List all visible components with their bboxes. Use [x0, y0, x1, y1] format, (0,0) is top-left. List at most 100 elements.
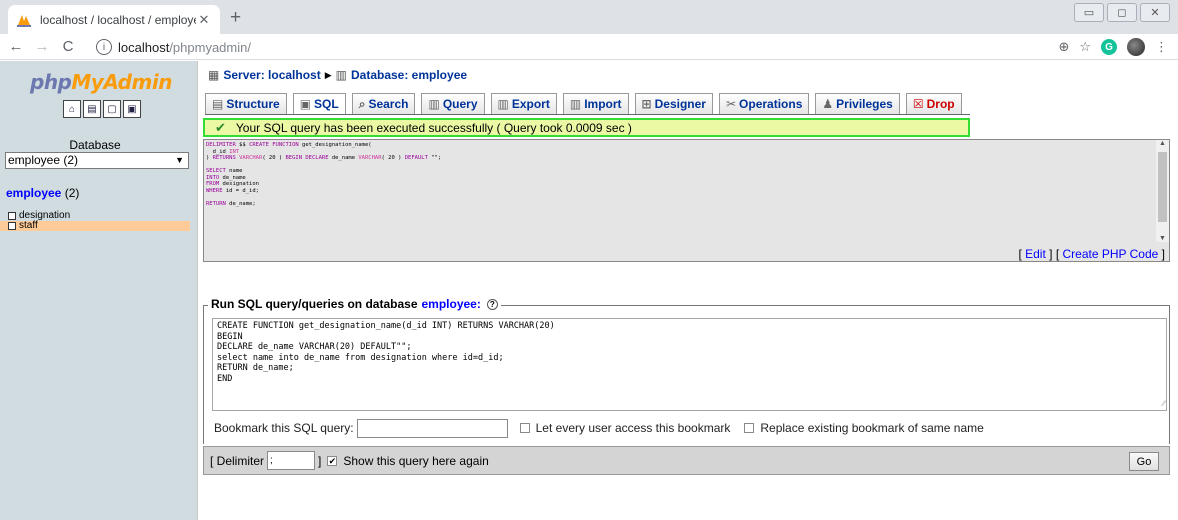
breadcrumb-server[interactable]: Server: localhost: [223, 68, 320, 82]
bookmark-input[interactable]: [356, 418, 508, 438]
browser-toolbar: ← → C i localhost/phpmyadmin/ ⊕ ☆ G ⋮: [0, 34, 1178, 60]
close-window-button[interactable]: ✕: [1140, 3, 1170, 22]
tab-drop[interactable]: ☒ Drop: [905, 93, 962, 114]
query-scrollbar[interactable]: ▲ ▼: [1156, 140, 1169, 242]
star-icon[interactable]: ☆: [1079, 39, 1091, 55]
tab-operations[interactable]: ✂ Operations: [718, 93, 810, 114]
tab-close-icon[interactable]: ✕: [196, 12, 212, 28]
run-sql-database[interactable]: employee:: [422, 297, 481, 311]
navigation-frame: phpMyAdmin ⌂ ▤ ▢ ▣ Database employee (2)…: [0, 61, 198, 520]
tab-import[interactable]: ▥ Import: [562, 93, 629, 114]
tab-sql[interactable]: ▣ SQL: [292, 93, 346, 114]
browser-tab-strip: localhost / localhost / employee ✕ + ▭ ◻…: [0, 0, 1178, 34]
quick-links: ⌂ ▤ ▢ ▣: [63, 100, 141, 118]
browser-tab-title: localhost / localhost / employee: [40, 12, 196, 27]
tab-privileges[interactable]: ♟ Privileges: [815, 93, 900, 114]
minimize-button[interactable]: ▭: [1074, 3, 1104, 22]
query-links: [ Edit ] [ Create PHP Code ]: [1018, 247, 1165, 261]
go-button[interactable]: Go: [1129, 452, 1159, 471]
tab-search[interactable]: ⌕ Search: [351, 93, 416, 114]
tab-structure[interactable]: ▤ Structure: [205, 93, 287, 114]
docs-icon[interactable]: ▢: [103, 100, 121, 118]
server-icon: ▦: [208, 68, 220, 82]
chevron-down-icon: ▼: [175, 155, 184, 165]
database-select-value: employee (2): [8, 153, 79, 167]
executed-query-code: DELIMITER $$ CREATE FUNCTION get_designa…: [206, 142, 442, 207]
address-bar[interactable]: i localhost/phpmyadmin/: [96, 37, 1096, 57]
search-icon: ⌕: [358, 96, 366, 111]
success-message: ✔ Your SQL query has been executed succe…: [203, 118, 970, 137]
breadcrumb: ▦ Server: localhost ▶ ▥ Database: employ…: [208, 68, 467, 82]
structure-icon: ▤: [212, 97, 224, 111]
back-icon[interactable]: ←: [6, 38, 26, 55]
database-select[interactable]: employee (2) ▼: [5, 152, 189, 169]
breadcrumb-database[interactable]: Database: employee: [351, 68, 467, 82]
zoom-icon[interactable]: ⊕: [1058, 39, 1069, 55]
database-label: Database: [69, 138, 121, 152]
import-icon: ▥: [569, 97, 582, 111]
replace-bookmark-checkbox[interactable]: [744, 423, 755, 433]
scroll-up-icon[interactable]: ▲: [1156, 140, 1169, 147]
table-icon: [8, 222, 16, 230]
phpmyadmin-favicon-icon: [16, 12, 32, 28]
share-bookmark-label: Let every user access this bookmark: [535, 421, 731, 435]
table-icon: [8, 212, 16, 220]
share-bookmark-checkbox[interactable]: [519, 423, 530, 433]
privileges-icon: ♟: [822, 97, 834, 111]
table-item-staff[interactable]: staff: [0, 221, 190, 231]
replace-bookmark-group: Replace existing bookmark of same name: [744, 421, 984, 435]
operations-icon: ✂: [725, 97, 737, 111]
designer-icon: ⊞: [641, 97, 652, 111]
tab-export[interactable]: ▥ Export: [490, 93, 557, 114]
phpmyadmin-logo[interactable]: phpMyAdmin: [30, 70, 172, 94]
resize-grip-icon[interactable]: ⁄⁄: [1162, 399, 1165, 410]
bookmark-label: Bookmark this SQL query:: [214, 421, 354, 435]
scroll-down-icon[interactable]: ▼: [1156, 235, 1169, 242]
forward-icon[interactable]: →: [32, 38, 52, 55]
sql-icon: ▣: [299, 97, 312, 111]
home-icon[interactable]: ⌂: [63, 100, 81, 118]
browser-right-icons: ⊕ ☆ G ⋮: [1058, 38, 1168, 56]
table-list: designation staff: [0, 211, 190, 231]
edit-link[interactable]: Edit: [1025, 247, 1046, 261]
success-text: Your SQL query has been executed success…: [235, 120, 632, 135]
executed-query-box: DELIMITER $$ CREATE FUNCTION get_designa…: [203, 139, 1170, 262]
profile-avatar[interactable]: [1127, 38, 1145, 56]
maximize-button[interactable]: ◻: [1107, 3, 1137, 22]
tab-divider: [205, 114, 970, 115]
reload-icon[interactable]: C: [58, 38, 78, 55]
query-options-footer: [ Delimiter ; ] ✔ Show this query here a…: [203, 446, 1170, 475]
query-icon: ▥: [428, 97, 440, 111]
main-tabs: ▤ Structure ▣ SQL ⌕ Search ▥ Query ▥ Export ▥…: [205, 93, 962, 115]
show-query-again-checkbox[interactable]: ✔: [327, 455, 338, 466]
info-icon[interactable]: i: [96, 39, 112, 55]
share-bookmark-group: Let every user access this bookmark: [519, 421, 731, 435]
menu-dots-icon[interactable]: ⋮: [1155, 39, 1168, 55]
tab-query[interactable]: ▥ Query: [421, 93, 485, 114]
url-path: /phpmyadmin/: [169, 39, 251, 55]
run-sql-legend: Run SQL query/queries on database employe…: [208, 297, 501, 311]
tab-designer[interactable]: ⊞ Designer: [634, 93, 713, 114]
create-php-code-link[interactable]: Create PHP Code: [1062, 247, 1158, 261]
drop-icon: ☒: [912, 97, 924, 111]
window-controls: ▭ ◻ ✕: [1074, 3, 1170, 22]
grammarly-extension-icon[interactable]: G: [1101, 39, 1117, 55]
scrollbar-thumb[interactable]: [1158, 152, 1167, 222]
breadcrumb-arrow-icon: ▶: [324, 69, 332, 80]
replace-bookmark-label: Replace existing bookmark of same name: [760, 421, 984, 435]
browser-tab[interactable]: localhost / localhost / employee ✕: [8, 5, 220, 34]
show-query-again-label: Show this query here again: [343, 453, 489, 468]
help-icon[interactable]: ?: [486, 298, 498, 310]
database-link[interactable]: employee (2): [6, 186, 79, 200]
delimiter-label: [ Delimiter: [210, 453, 265, 468]
database-icon: ▥: [335, 68, 347, 82]
delimiter-input[interactable]: ;: [267, 451, 316, 470]
url-host: localhost: [118, 39, 170, 55]
checkmark-icon: ✔: [215, 119, 226, 135]
new-tab-button[interactable]: +: [230, 8, 241, 28]
bookmark-row: Bookmark this SQL query: Let every user …: [203, 413, 1170, 443]
query-window-icon[interactable]: ▤: [83, 100, 101, 118]
sql-query-textarea[interactable]: CREATE FUNCTION get_designation_name(d_i…: [212, 318, 1167, 411]
sql-docs-icon[interactable]: ▣: [123, 100, 141, 118]
delimiter-close: ]: [318, 453, 322, 468]
